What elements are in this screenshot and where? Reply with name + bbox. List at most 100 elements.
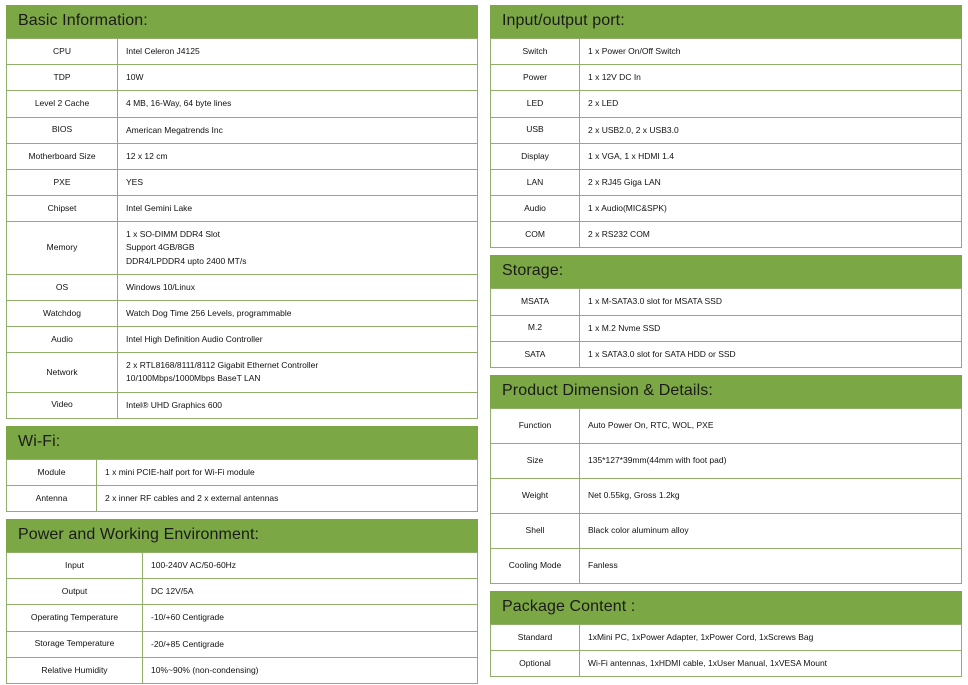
row-value: 2 x RJ45 Giga LAN xyxy=(579,168,962,197)
value-line: 1 x VGA, 1 x HDMI 1.4 xyxy=(588,150,674,161)
row-label: Module xyxy=(6,458,97,486)
table-row: BIOS American Megatrends Inc xyxy=(6,116,478,144)
table-row: Switch 1 x Power On/Off Switch xyxy=(490,37,962,66)
row-value: 2 x RS232 COM xyxy=(579,221,962,249)
table-row: Display 1 x VGA, 1 x HDMI 1.4 xyxy=(490,142,962,170)
row-value: 1 x VGA, 1 x HDMI 1.4 xyxy=(579,142,962,170)
row-label: Function xyxy=(490,407,580,444)
row-label: Shell xyxy=(490,512,580,549)
row-value: 1xMini PC, 1xPower Adapter, 1xPower Cord… xyxy=(579,623,962,652)
left-column: Basic Information: CPU Intel Celeron J4125… xyxy=(6,5,478,685)
value-line: 1 x SATA3.0 slot for SATA HDD or SSD xyxy=(588,348,736,359)
row-value: American Megatrends Inc xyxy=(117,116,478,144)
row-label: Weight xyxy=(490,477,580,514)
section-title: Storage: xyxy=(490,255,962,289)
row-value: Auto Power On, RTC, WOL, PXE xyxy=(579,407,962,444)
table-row: OS Windows 10/Linux xyxy=(6,273,478,301)
value-line: 2 x RTL8168/8111/8112 Gigabit Ethernet C… xyxy=(126,360,319,371)
row-value: -20/+85 Centigrade xyxy=(142,630,478,658)
section-title: Package Content : xyxy=(490,590,962,624)
row-value: 2 x LED xyxy=(579,90,962,118)
row-label: Size xyxy=(490,442,580,479)
spec-table: Input 100-240V AC/50-60Hz Output DC 12V/5A O… xyxy=(6,552,478,684)
table-row: Chipset Intel Gemini Lake xyxy=(6,195,478,223)
row-value: 1 x SATA3.0 slot for SATA HDD or SSD xyxy=(579,340,962,368)
row-label: OS xyxy=(6,273,118,301)
table-row: Audio 1 x Audio(MIC&SPK) xyxy=(490,195,962,223)
row-label: Watchdog xyxy=(6,299,118,328)
row-value: Fanless xyxy=(579,547,962,584)
value-line: 4 MB, 16-Way, 64 byte lines xyxy=(126,98,232,109)
row-value: Black color aluminum alloy xyxy=(579,512,962,549)
row-value: 1 x mini PCIE-half port for Wi-Fi module xyxy=(96,458,478,486)
value-line: Support 4GB/8GB xyxy=(126,242,195,253)
table-row: SATA 1 x SATA3.0 slot for SATA HDD or SSD xyxy=(490,340,962,368)
value-line: Auto Power On, RTC, WOL, PXE xyxy=(588,420,714,431)
row-value: 10%~90% (non-condensing) xyxy=(142,656,478,684)
row-value: Wi-Fi antennas, 1xHDMI cable, 1xUser Man… xyxy=(579,650,962,678)
row-value: 12 x 12 cm xyxy=(117,142,478,170)
row-label: BIOS xyxy=(6,116,118,144)
row-label: Operating Temperature xyxy=(6,604,143,632)
value-line: Wi-Fi antennas, 1xHDMI cable, 1xUser Man… xyxy=(588,658,828,669)
section-storage: Storage: MSATA 1 x M-SATA3.0 slot for MSAT… xyxy=(490,255,962,368)
row-value: 4 MB, 16-Way, 64 byte lines xyxy=(117,90,478,118)
row-label: Input xyxy=(6,552,143,580)
table-row: Relative Humidity 10%~90% (non-condensing… xyxy=(6,656,478,684)
value-line: 2 x LED xyxy=(588,98,619,109)
table-row: Antenna 2 x inner RF cables and 2 x exter… xyxy=(6,484,478,513)
table-row: Cooling Mode Fanless xyxy=(490,547,962,584)
row-label: COM xyxy=(490,221,580,249)
row-label: Motherboard Size xyxy=(6,142,118,170)
row-label: Audio xyxy=(6,326,118,354)
section-product-dimension-details: Product Dimension & Details: Function Auto… xyxy=(490,374,962,584)
table-row: Module 1 x mini PCIE-half port for Wi-Fi … xyxy=(6,458,478,486)
section-title: Wi-Fi: xyxy=(6,425,478,459)
row-label: Storage Temperature xyxy=(6,630,143,658)
row-value: Intel® UHD Graphics 600 xyxy=(117,391,478,419)
row-label: Network xyxy=(6,352,118,393)
table-row: Motherboard Size 12 x 12 cm xyxy=(6,142,478,170)
row-label: SATA xyxy=(490,340,580,368)
row-value: 100-240V AC/50-60Hz xyxy=(142,552,478,580)
row-value: 1 x SO-DIMM DDR4 Slot Support 4GB/8GB DDR4… xyxy=(117,221,478,275)
value-line: 2 x RJ45 Giga LAN xyxy=(588,176,661,187)
table-row: Level 2 Cache 4 MB, 16-Way, 64 byte lines xyxy=(6,90,478,118)
row-label: LED xyxy=(490,90,580,118)
row-value: Windows 10/Linux xyxy=(117,273,478,301)
table-row: Power 1 x 12V DC In xyxy=(490,64,962,92)
row-value: Watch Dog Time 256 Levels, programmable xyxy=(117,299,478,328)
table-row: Video Intel® UHD Graphics 600 xyxy=(6,391,478,419)
table-row: COM 2 x RS232 COM xyxy=(490,221,962,249)
value-line: 1 x SO-DIMM DDR4 Slot xyxy=(126,229,220,240)
row-value: Intel Gemini Lake xyxy=(117,195,478,223)
row-value: 2 x USB2.0, 2 x USB3.0 xyxy=(579,116,962,144)
value-line: 1 x Audio(MIC&SPK) xyxy=(588,203,667,214)
value-line: 1 x 12V DC In xyxy=(588,72,641,83)
table-row: Weight Net 0.55kg, Gross 1.2kg xyxy=(490,477,962,514)
table-row: LAN 2 x RJ45 Giga LAN xyxy=(490,168,962,197)
row-label: Audio xyxy=(490,195,580,223)
table-row: MSATA 1 x M-SATA3.0 slot for MSATA SSD xyxy=(490,288,962,316)
value-line: YES xyxy=(126,176,144,187)
table-row: Output DC 12V/5A xyxy=(6,578,478,606)
row-label: TDP xyxy=(6,64,118,92)
value-line: 1 x Power On/Off Switch xyxy=(588,46,681,56)
table-row: USB 2 x USB2.0, 2 x USB3.0 xyxy=(490,116,962,144)
value-line: Black color aluminum alloy xyxy=(588,525,689,536)
table-row: Audio Intel High Definition Audio Control… xyxy=(6,326,478,354)
table-row: Optional Wi-Fi antennas, 1xHDMI cable, 1x… xyxy=(490,650,962,678)
value-line: 1xMini PC, 1xPower Adapter, 1xPower Cord… xyxy=(588,631,814,642)
row-label: Display xyxy=(490,142,580,170)
row-label: Output xyxy=(6,578,143,606)
table-row: Watchdog Watch Dog Time 256 Levels, progr… xyxy=(6,299,478,328)
row-label: Switch xyxy=(490,37,580,66)
table-row: Input 100-240V AC/50-60Hz xyxy=(6,552,478,580)
row-value: Net 0.55kg, Gross 1.2kg xyxy=(579,477,962,514)
section-basic-information: Basic Information: CPU Intel Celeron J4125… xyxy=(6,5,478,419)
value-line: Watch Dog Time 256 Levels, programmable xyxy=(126,307,292,318)
section-title: Basic Information: xyxy=(6,5,478,38)
section-package-content: Package Content : Standard 1xMini PC, 1xPo… xyxy=(490,590,962,678)
value-line: 100-240V AC/50-60Hz xyxy=(151,560,237,571)
value-line: Intel Celeron J4125 xyxy=(126,46,200,56)
